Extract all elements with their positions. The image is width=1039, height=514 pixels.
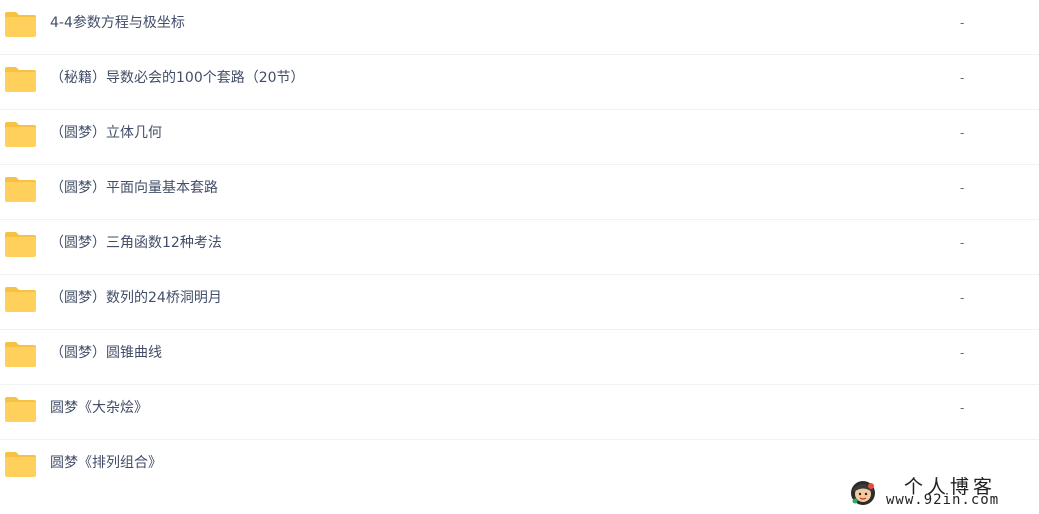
folder-size: - (960, 346, 965, 360)
folder-name[interactable]: （圆梦）三角函数12种考法 (50, 220, 222, 266)
folder-name[interactable]: （圆梦）圆锥曲线 (50, 330, 162, 376)
folder-name[interactable]: （秘籍）导数必会的100个套路（20节） (50, 55, 305, 101)
folder-size: - (960, 126, 965, 140)
list-item[interactable]: （秘籍）导数必会的100个套路（20节） - (0, 55, 1039, 110)
folder-name[interactable]: （圆梦）数列的24桥洞明月 (50, 275, 222, 321)
folder-icon (4, 396, 37, 423)
folder-icon (4, 451, 37, 478)
folder-size: - (960, 71, 965, 85)
list-item[interactable]: （圆梦）圆锥曲线 - (0, 330, 1039, 385)
folder-icon (4, 176, 37, 203)
file-list: 4-4参数方程与极坐标 - （秘籍）导数必会的100个套路（20节） - （圆梦… (0, 0, 1039, 495)
folder-name[interactable]: 圆梦《大杂烩》 (50, 385, 148, 431)
folder-icon (4, 11, 37, 38)
list-item[interactable]: （圆梦）三角函数12种考法 - (0, 220, 1039, 275)
folder-icon (4, 231, 37, 258)
avatar-mascot-icon (848, 477, 878, 507)
folder-icon (4, 66, 37, 93)
folder-size: - (960, 236, 965, 250)
list-item[interactable]: 4-4参数方程与极坐标 - (0, 0, 1039, 55)
folder-size: - (960, 16, 965, 30)
folder-name[interactable]: 圆梦《排列组合》 (50, 440, 162, 486)
list-item[interactable]: （圆梦）数列的24桥洞明月 - (0, 275, 1039, 330)
folder-size: - (960, 401, 965, 415)
folder-size: - (960, 291, 965, 305)
folder-icon (4, 286, 37, 313)
folder-size: - (960, 181, 965, 195)
folder-icon (4, 341, 37, 368)
list-item[interactable]: （圆梦）平面向量基本套路 - (0, 165, 1039, 220)
folder-name[interactable]: （圆梦）立体几何 (50, 110, 162, 156)
watermark: 个人博客 www.92in.com (846, 472, 1026, 510)
folder-name[interactable]: （圆梦）平面向量基本套路 (50, 165, 218, 211)
watermark-url: www.92in.com (886, 492, 1000, 508)
folder-icon (4, 121, 37, 148)
list-item[interactable]: （圆梦）立体几何 - (0, 110, 1039, 165)
list-item[interactable]: 圆梦《大杂烩》 - (0, 385, 1039, 440)
folder-name[interactable]: 4-4参数方程与极坐标 (50, 0, 185, 46)
